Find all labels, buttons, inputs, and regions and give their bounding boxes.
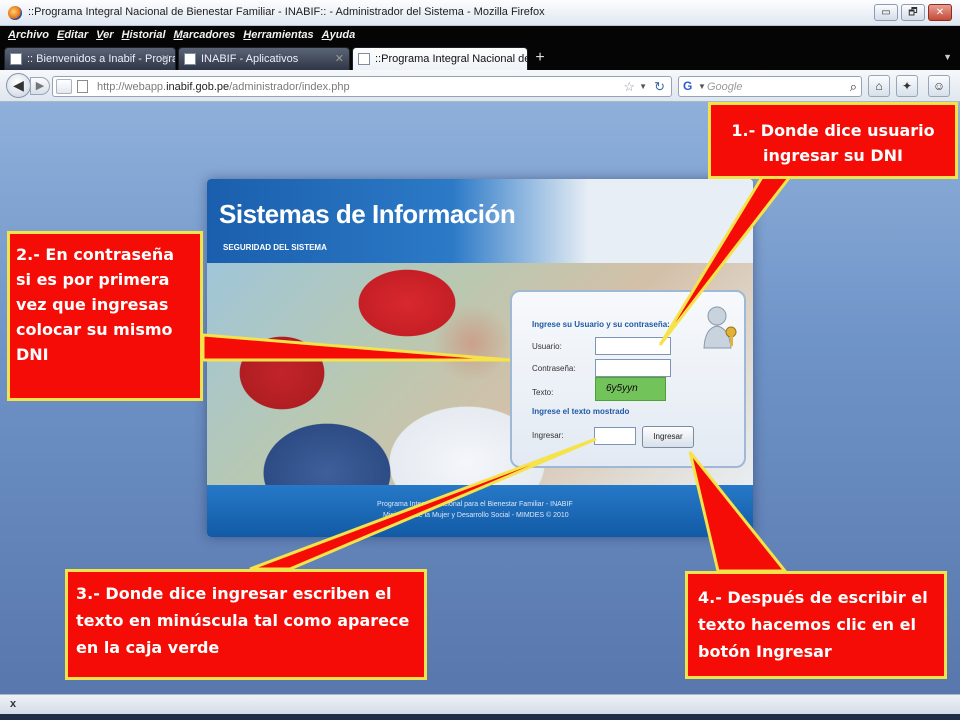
page-icon	[77, 80, 88, 93]
captcha-image: 6y5yyn	[595, 377, 666, 401]
address-bar[interactable]: http://webapp.inabif.gob.pe/administrado…	[52, 76, 672, 97]
submit-button[interactable]: Ingresar	[642, 426, 694, 448]
reload-icon[interactable]: ↻	[654, 79, 665, 95]
user-label: Usuario:	[532, 342, 562, 351]
close-addon-bar-icon[interactable]: x	[10, 698, 16, 710]
restore-button[interactable]: 🗗	[901, 4, 925, 21]
callout-4: 4.- Después de escribir el texto hacemos…	[685, 571, 947, 679]
menu-ver[interactable]: Ver	[96, 29, 113, 41]
firefox-icon	[8, 6, 22, 20]
password-label: Contraseña:	[532, 364, 576, 373]
text-label: Texto:	[532, 388, 554, 397]
bookmark-star-icon[interactable]: ☆	[623, 79, 635, 95]
callout-2: 2.- En contraseña si es por primera vez …	[7, 231, 203, 401]
minimize-button[interactable]: ▭	[874, 4, 898, 21]
callout-3: 3.- Donde dice ingresar escriben el text…	[65, 569, 427, 680]
login-panel: Sistemas de Información SEGURIDAD DEL SI…	[207, 179, 753, 537]
history-dropdown-icon[interactable]: ▼	[639, 82, 647, 91]
home-button[interactable]: ⌂	[868, 75, 890, 97]
password-input[interactable]	[595, 359, 671, 377]
search-engine-dropdown-icon[interactable]: ▼	[698, 82, 706, 91]
url-text[interactable]: http://webapp.inabif.gob.pe/administrado…	[97, 81, 350, 93]
smiley-addon-button[interactable]: ☺	[928, 75, 950, 97]
menu-historial[interactable]: Historial	[122, 29, 166, 41]
site-identity-icon[interactable]	[56, 79, 72, 94]
status-bar: x	[0, 694, 960, 714]
list-tabs-icon[interactable]: ▼	[943, 52, 952, 62]
addon-button[interactable]: ✦	[896, 75, 918, 97]
captcha-label: Ingresar:	[532, 431, 564, 440]
window-titlebar: ::Programa Integral Nacional de Bienesta…	[0, 0, 960, 26]
google-icon[interactable]: G	[683, 79, 698, 94]
tab-bienvenidos[interactable]: :: Bienvenidos a Inabif - Programa Int..…	[4, 47, 176, 70]
menu-bar: Archivo Editar Ver Historial Marcadores …	[0, 26, 960, 44]
taskbar-edge	[0, 714, 960, 720]
captcha-prompt: Ingrese el texto mostrado	[532, 407, 630, 416]
callout-1: 1.- Donde dice usuario ingresar su DNI	[708, 102, 958, 179]
search-bar[interactable]: G ▼ Google ⌕	[678, 76, 862, 97]
window-title: ::Programa Integral Nacional de Bienesta…	[28, 6, 545, 18]
back-button[interactable]: ◀	[6, 73, 31, 98]
menu-ayuda[interactable]: Ayuda	[322, 29, 356, 41]
search-placeholder: Google	[707, 81, 743, 93]
user-input[interactable]	[595, 337, 671, 355]
menu-marcadores[interactable]: Marcadores	[174, 29, 236, 41]
menu-archivo[interactable]: Archivo	[8, 29, 49, 41]
tab-label: ::Programa Integral Nacional de Bien...	[375, 53, 527, 65]
forward-button[interactable]: ▶	[30, 77, 50, 95]
page-icon	[358, 53, 370, 65]
tab-aplicativos[interactable]: INABIF - Aplicativos ✕	[178, 47, 350, 70]
user-keys-icon	[703, 306, 737, 349]
login-form: Ingrese su Usuario y su contraseña: Usua…	[510, 290, 746, 468]
footer-line-2: Ministerio de la Mujer y Desarrollo Soci…	[383, 512, 569, 519]
captcha-input[interactable]	[594, 427, 636, 445]
page-viewport: Sistemas de Información SEGURIDAD DEL SI…	[0, 102, 960, 694]
menu-editar[interactable]: Editar	[57, 29, 88, 41]
close-tab-icon[interactable]: ✕	[335, 52, 344, 65]
page-icon	[10, 53, 22, 65]
tab-bar: :: Bienvenidos a Inabif - Programa Int..…	[0, 44, 960, 70]
page-icon	[184, 53, 196, 65]
tab-programa-integral[interactable]: ::Programa Integral Nacional de Bien...	[352, 47, 528, 70]
footer-line-1: Programa Integral Nacional para el Biene…	[377, 501, 573, 508]
page-subtitle: SEGURIDAD DEL SISTEMA	[223, 243, 327, 252]
login-title: Ingrese su Usuario y su contraseña:	[532, 320, 670, 329]
new-tab-button[interactable]: +	[530, 49, 550, 68]
close-tab-icon[interactable]: ✕	[161, 52, 170, 65]
panel-footer: Programa Integral Nacional para el Biene…	[207, 485, 753, 537]
navigation-toolbar: ◀ ▶ http://webapp.inabif.gob.pe/administ…	[0, 70, 960, 102]
menu-herramientas[interactable]: Herramientas	[243, 29, 313, 41]
search-icon[interactable]: ⌕	[850, 79, 857, 95]
page-title: Sistemas de Información	[219, 199, 516, 229]
tab-label: :: Bienvenidos a Inabif - Programa Int..…	[27, 53, 175, 65]
tab-label: INABIF - Aplicativos	[201, 53, 299, 65]
close-window-button[interactable]: ✕	[928, 4, 952, 21]
panel-header: Sistemas de Información SEGURIDAD DEL SI…	[207, 179, 753, 263]
